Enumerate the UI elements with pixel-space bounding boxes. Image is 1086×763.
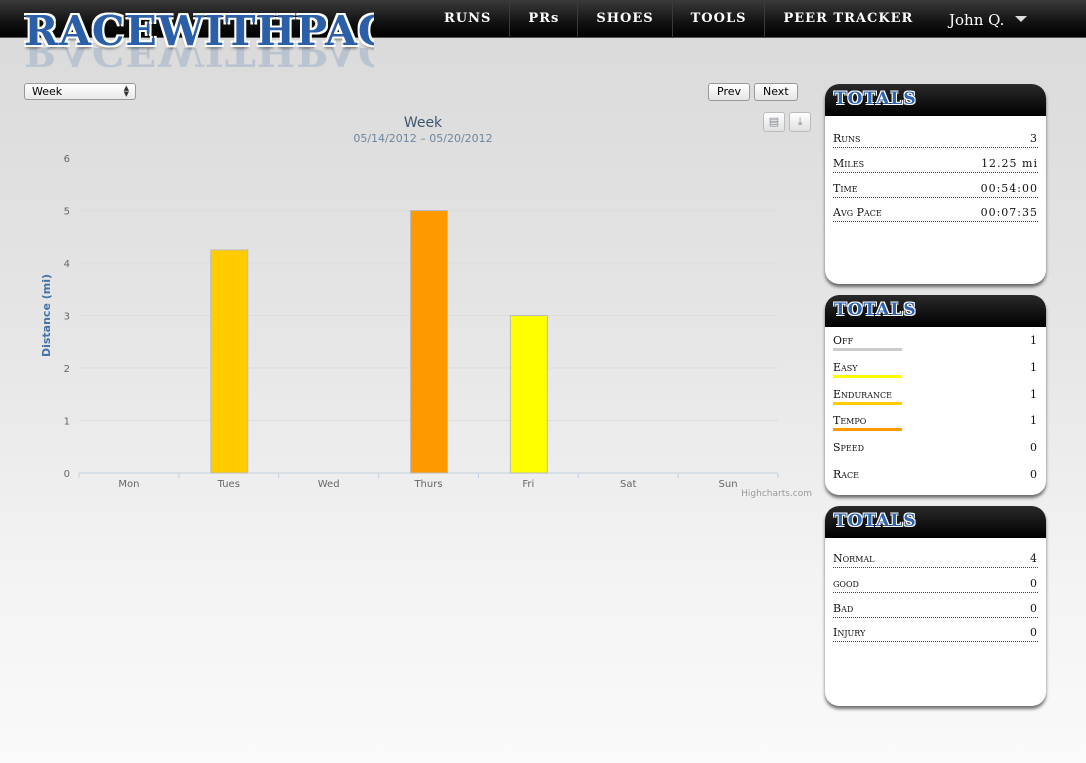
y-tick-label: 6 bbox=[64, 154, 70, 165]
row-value: 0 bbox=[1030, 577, 1038, 590]
feel-totals-panel: TOTALS Normal 4 good 0 Bad 0 Injury 0 bbox=[825, 506, 1046, 706]
row-value: 4 bbox=[1030, 552, 1038, 565]
type-row-race: Race 0 bbox=[833, 465, 1038, 483]
row-label: good bbox=[833, 577, 859, 590]
download-icon[interactable]: ⤓ bbox=[789, 112, 811, 132]
printer-icon[interactable]: ▤ bbox=[763, 112, 785, 132]
feel-row-good: good 0 bbox=[833, 575, 1038, 593]
y-tick-label: 5 bbox=[64, 207, 70, 218]
row-value: 12.25 mi bbox=[981, 157, 1038, 170]
row-value: 1 bbox=[1030, 414, 1038, 427]
feel-row-bad: Bad 0 bbox=[833, 600, 1038, 618]
nav-peer-tracker[interactable]: PEER TRACKER bbox=[765, 0, 931, 38]
next-button[interactable]: Next bbox=[754, 83, 798, 101]
row-label: Easy bbox=[833, 361, 858, 374]
type-row-off: Off 1 bbox=[833, 331, 1038, 351]
totals-row-miles: Miles 12.25 mi bbox=[833, 155, 1038, 173]
nav-shoes[interactable]: SHOES bbox=[578, 0, 673, 38]
type-color-bar bbox=[833, 375, 902, 378]
chart-credit: Highcharts.com bbox=[741, 489, 812, 499]
prev-button[interactable]: Prev bbox=[708, 83, 750, 101]
row-value: 1 bbox=[1030, 334, 1038, 347]
row-label: Injury bbox=[833, 626, 866, 639]
y-tick-label: 0 bbox=[64, 469, 70, 480]
row-value: 00:54:00 bbox=[980, 182, 1038, 195]
feel-row-normal: Normal 4 bbox=[833, 550, 1038, 568]
type-row-tempo: Tempo 1 bbox=[833, 411, 1038, 431]
period-select-value: Week bbox=[32, 85, 63, 98]
type-color-bar bbox=[833, 428, 902, 431]
row-label: Endurance bbox=[833, 388, 892, 401]
type-row-speed: Speed 0 bbox=[833, 438, 1038, 456]
y-axis-label: Distance (mi) bbox=[40, 274, 53, 357]
x-tick-label: Fri bbox=[522, 479, 534, 490]
panel-title: TOTALS bbox=[834, 89, 917, 109]
nav-tools[interactable]: TOOLS bbox=[673, 0, 766, 38]
chart-subtitle: 05/14/2012 – 05/20/2012 bbox=[353, 132, 492, 145]
row-value: 0 bbox=[1030, 602, 1038, 615]
x-tick-label: Tues bbox=[217, 479, 240, 490]
user-menu[interactable]: John Q. bbox=[949, 0, 1004, 38]
row-label: Time bbox=[833, 182, 858, 195]
row-value: 00:07:35 bbox=[980, 206, 1038, 219]
bar-fri bbox=[509, 315, 548, 474]
row-value: 3 bbox=[1030, 132, 1038, 145]
bar-tues bbox=[210, 249, 249, 474]
row-label: Speed bbox=[833, 441, 865, 454]
totals-panel: TOTALS Runs 3 Miles 12.25 mi Time 00:54:… bbox=[825, 84, 1046, 284]
row-value: 0 bbox=[1030, 468, 1038, 481]
row-label: Bad bbox=[833, 602, 854, 615]
row-value: 1 bbox=[1030, 388, 1038, 401]
x-tick-label: Sat bbox=[620, 479, 636, 490]
row-label: Tempo bbox=[833, 414, 867, 427]
bar-thurs bbox=[410, 210, 448, 474]
row-value: 0 bbox=[1030, 626, 1038, 639]
nav-prs[interactable]: PRs bbox=[510, 0, 579, 38]
type-color-bar bbox=[833, 402, 902, 405]
select-arrows-icon: ▲ ▼ bbox=[123, 84, 129, 98]
main-nav: RUNS PRs SHOES TOOLS PEER TRACKER bbox=[426, 0, 931, 38]
row-label: Miles bbox=[833, 157, 865, 170]
y-tick-label: 4 bbox=[64, 259, 70, 270]
row-value: 1 bbox=[1030, 361, 1038, 374]
x-tick-label: Thurs bbox=[413, 479, 442, 490]
x-tick-label: Mon bbox=[118, 479, 139, 490]
panel-title: TOTALS bbox=[834, 300, 917, 320]
row-value: 0 bbox=[1030, 441, 1038, 454]
panel-title: TOTALS bbox=[834, 511, 917, 531]
site-logo[interactable]: RACEWITHPACE bbox=[24, 4, 374, 58]
nav-runs[interactable]: RUNS bbox=[426, 0, 511, 38]
caret-down-icon[interactable] bbox=[1015, 16, 1027, 22]
x-tick-label: Sun bbox=[719, 479, 738, 490]
row-label: Runs bbox=[833, 132, 861, 145]
y-tick-label: 3 bbox=[64, 312, 70, 323]
totals-row-runs: Runs 3 bbox=[833, 130, 1038, 148]
y-tick-label: 2 bbox=[64, 364, 70, 375]
type-row-endurance: Endurance 1 bbox=[833, 385, 1038, 405]
run-type-totals-panel: TOTALS Off 1 Easy 1 Endurance 1 Tempo 1 … bbox=[825, 295, 1046, 495]
chart-title: Week bbox=[404, 115, 443, 131]
type-color-bar bbox=[833, 348, 902, 351]
x-tick-label: Wed bbox=[318, 479, 340, 490]
weekly-distance-chart: Week05/14/2012 – 05/20/2012 0 1 2 3 4 5 6 Mon Tue… bbox=[40, 115, 812, 499]
period-select[interactable]: Week ▲ ▼ bbox=[24, 83, 136, 100]
row-label: Off bbox=[833, 334, 854, 347]
row-label: Avg Pace bbox=[833, 206, 882, 219]
y-tick-label: 1 bbox=[64, 417, 70, 428]
row-label: Normal bbox=[833, 552, 875, 565]
feel-row-injury: Injury 0 bbox=[833, 624, 1038, 642]
totals-row-time: Time 00:54:00 bbox=[833, 180, 1038, 198]
totals-row-avg-pace: Avg Pace 00:07:35 bbox=[833, 204, 1038, 222]
row-label: Race bbox=[833, 468, 860, 481]
type-row-easy: Easy 1 bbox=[833, 358, 1038, 378]
